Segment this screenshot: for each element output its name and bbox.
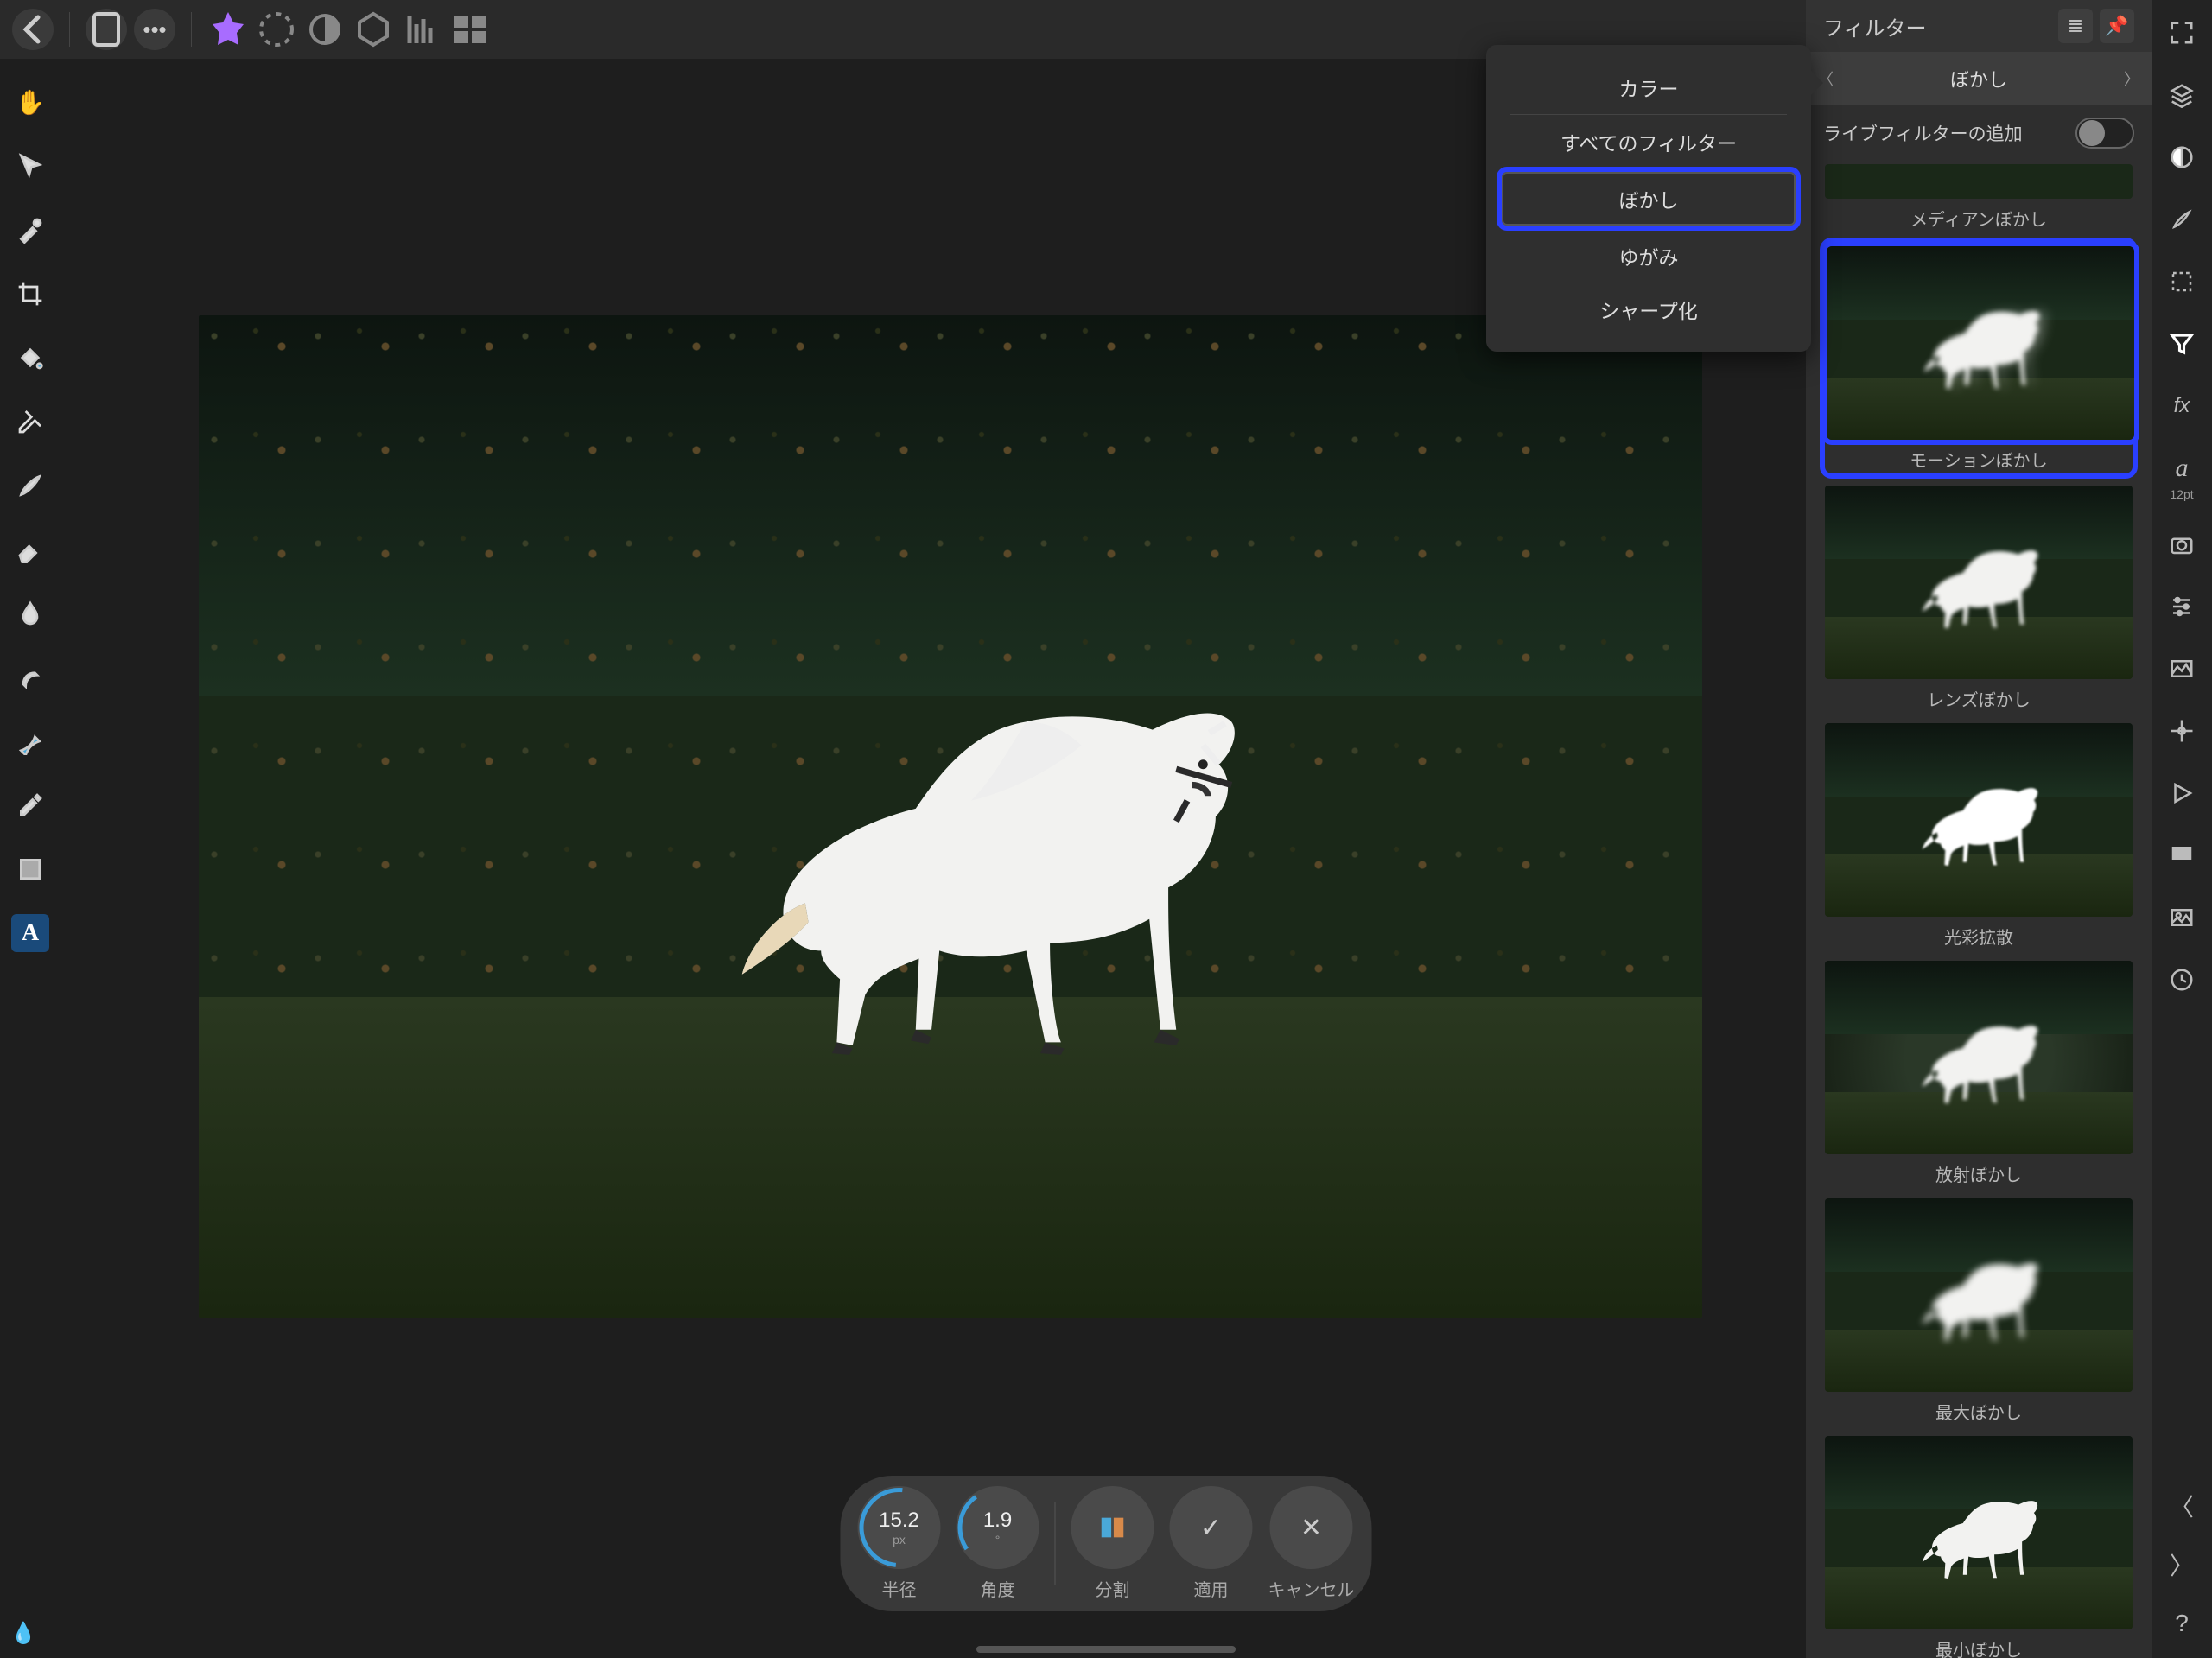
flood-fill-tool-icon[interactable] [11,339,49,377]
panel-header: フィルター ≣ 📌 [1806,0,2152,52]
fx-icon[interactable]: fx [2163,387,2201,425]
filter-controls-bar: 15.2 px 半径 1.9 ° 角度 分割 ✓ 適用 ✕ キャンセル [841,1476,1372,1611]
healing-tool-icon[interactable] [11,403,49,441]
filter-item-0[interactable]: メディアンぼかし [1825,164,2133,231]
navigator-crosshair-icon[interactable] [2163,712,2201,750]
filter-item-1[interactable]: モーションぼかし [1825,243,2133,473]
filter-label: モーションぼかし [1827,447,2131,472]
popover-item-all[interactable]: すべてのフィルター [1502,115,1796,168]
layers-icon[interactable] [2163,76,2201,114]
filter-item-3[interactable]: 光彩拡散 [1825,723,2133,949]
filter-thumb[interactable] [1825,1436,2133,1629]
paint-brush-tool-icon[interactable] [11,467,49,505]
list-view-icon[interactable]: ≣ [2058,9,2093,43]
horizontal-scrollbar[interactable] [976,1646,1236,1653]
filter-label: メディアンぼかし [1825,206,2133,231]
filter-thumb[interactable] [1825,723,2133,917]
document-menu-button[interactable] [86,9,127,50]
filter-category-popover: カラー すべてのフィルター ぼかし ゆがみ シャープ化 [1486,45,1811,352]
history-icon[interactable] [2163,961,2201,999]
play-icon[interactable] [2163,774,2201,812]
filter-list[interactable]: メディアンぼかしモーションぼかしレンズぼかし光彩拡散放射ぼかし最大ぼかし最小ぼか… [1806,161,2152,1658]
more-button[interactable]: ••• [134,9,175,50]
smudge-tool-icon[interactable] [11,594,49,632]
prev-icon[interactable]: 〈 [2163,1487,2201,1525]
panels-persona-icon[interactable] [449,9,491,50]
filter-item-6[interactable]: 最小ぼかし [1825,1436,2133,1658]
next-icon[interactable]: 〉 [2163,1546,2201,1584]
camera-icon[interactable] [2163,525,2201,563]
text-tool-icon[interactable]: A [11,914,49,952]
export-persona-icon[interactable] [401,9,442,50]
adjustments-icon[interactable] [2163,138,2201,176]
angle-label: 角度 [981,1576,1015,1601]
filter-category-selector[interactable]: 〈 ぼかし 〉 [1806,52,2152,105]
live-filter-toggle[interactable] [2075,118,2134,149]
help-icon[interactable]: ? [2163,1604,2201,1642]
filter-item-4[interactable]: 放射ぼかし [1825,961,2133,1186]
text-style-icon[interactable]: a [2163,449,2201,487]
fullscreen-icon[interactable] [2163,14,2201,52]
filter-label: レンズぼかし [1825,686,2133,711]
erase-tool-icon[interactable] [11,530,49,569]
pin-icon[interactable]: 📌 [2100,9,2134,43]
color-picker-tool-icon[interactable] [11,211,49,249]
canvas-image[interactable] [199,315,1702,1318]
selection-icon[interactable] [2163,263,2201,301]
filter-label: 放射ぼかし [1825,1161,2133,1186]
live-filter-row: ライブフィルターの追加 [1806,105,2152,161]
pen-tool-icon[interactable] [11,722,49,760]
filter-thumb[interactable] [1825,486,2133,679]
eyedropper-tool-icon[interactable] [11,786,49,824]
separator [69,12,70,47]
studio-strip: fx a 12pt 〈 〉 ? [2152,0,2212,1658]
popover-item-blur[interactable]: ぼかし [1502,172,1796,226]
develop-persona-icon[interactable] [304,9,346,50]
back-button[interactable] [12,9,54,50]
filter-label: 最小ぼかし [1825,1636,2133,1658]
filter-thumb[interactable] [1825,1198,2133,1392]
filter-thumb[interactable] [1827,246,2134,440]
tool-strip: ✋ A [0,59,60,1658]
crop-tool-icon[interactable] [11,275,49,313]
separator [191,12,192,47]
hand-tool-icon[interactable]: ✋ [11,83,49,121]
filters-icon[interactable] [2163,325,2201,363]
angle-knob[interactable]: 1.9 ° [957,1486,1039,1569]
radius-label: 半径 [882,1576,917,1601]
photo-persona-icon[interactable] [207,9,249,50]
filter-label: 最大ぼかし [1825,1399,2133,1424]
filter-label: 光彩拡散 [1825,924,2133,949]
panel-title: フィルター [1823,11,1927,41]
histogram-icon[interactable] [2163,650,2201,688]
popover-item-distort[interactable]: ゆがみ [1502,229,1796,283]
shape-tool-icon[interactable] [11,850,49,888]
filter-thumb[interactable] [1825,164,2133,199]
filter-thumb[interactable] [1825,961,2133,1154]
filter-item-2[interactable]: レンズぼかし [1825,486,2133,711]
chevron-right-icon: 〉 [2124,67,2139,90]
radius-knob[interactable]: 15.2 px [858,1486,941,1569]
grid-icon[interactable] [2163,836,2201,874]
sliders-icon[interactable] [2163,588,2201,626]
apply-button[interactable]: ✓ [1170,1486,1253,1569]
liquify-persona-icon[interactable] [256,9,297,50]
split-button[interactable] [1071,1486,1154,1569]
cancel-button[interactable]: ✕ [1270,1486,1353,1569]
dodge-tool-icon[interactable] [11,658,49,696]
tone-map-persona-icon[interactable] [353,9,394,50]
popover-item-sharpen[interactable]: シャープ化 [1502,283,1796,336]
popover-item-color[interactable]: カラー [1502,60,1796,114]
image-placeholder-icon[interactable] [2163,899,2201,937]
move-tool-icon[interactable] [11,147,49,185]
subject-horse [695,596,1326,1147]
brush-settings-icon[interactable] [2163,200,2201,238]
filter-panel: フィルター ≣ 📌 〈 ぼかし 〉 ライブフィルターの追加 メディアンぼかしモー… [1806,0,2152,1658]
wet-edges-indicator-icon: 💧 [10,1621,36,1646]
filter-item-5[interactable]: 最大ぼかし [1825,1198,2133,1424]
